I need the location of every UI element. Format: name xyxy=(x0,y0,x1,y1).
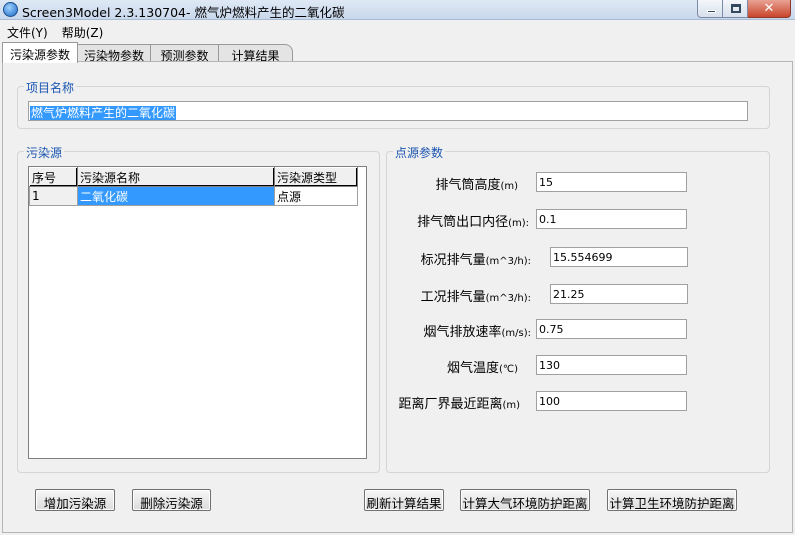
app-icon xyxy=(3,2,18,17)
close-icon: ✕ xyxy=(763,1,775,16)
point-source-params-legend: 点源参数 xyxy=(393,144,446,161)
table-header-row: 序号 污染源名称 污染源类型 xyxy=(29,167,358,187)
minimize-icon xyxy=(707,10,716,13)
delete-source-button[interactable]: 删除污染源 xyxy=(132,489,211,511)
window-controls: ✕ xyxy=(697,0,791,18)
add-source-button[interactable]: 增加污染源 xyxy=(35,489,115,511)
point-source-params-group: 点源参数 排气筒高度(m) 15 排气筒出口内径(m): 0.1 标况排气量(m… xyxy=(386,144,770,473)
window-title: Screen3Model 2.3.130704- 燃气炉燃料产生的二氧化碳 xyxy=(22,5,345,20)
project-name-legend: 项目名称 xyxy=(24,79,77,96)
row-name-cell[interactable]: 二氧化碳 xyxy=(77,186,275,206)
minimize-button[interactable] xyxy=(697,0,723,18)
row-type-cell[interactable]: 点源 xyxy=(274,186,358,206)
tab-panel: 项目名称 燃气炉燃料产生的二氧化碳 污染源 序号 污染源名称 污染源类型 1 二… xyxy=(2,61,793,533)
working-exhaust-input[interactable]: 21.25 xyxy=(550,284,688,304)
calc-health-distance-button[interactable]: 计算卫生环境防护距离 xyxy=(607,489,737,511)
gas-temperature-label: 烟气温度(℃) xyxy=(446,361,518,376)
project-name-input[interactable]: 燃气炉燃料产生的二氧化碳 xyxy=(28,101,748,121)
menu-help[interactable]: 帮助(Z) xyxy=(55,21,111,40)
stack-height-input[interactable]: 15 xyxy=(536,172,687,192)
stack-diameter-input[interactable]: 0.1 xyxy=(536,209,687,229)
title-bar: Screen3Model 2.3.130704- 燃气炉燃料产生的二氧化碳 ✕ xyxy=(0,0,795,20)
refresh-results-button[interactable]: 刷新计算结果 xyxy=(364,489,444,511)
standard-exhaust-label: 标况排气量(m^3/h): xyxy=(420,253,531,268)
stack-diameter-label: 排气筒出口内径(m): xyxy=(417,215,529,230)
boundary-distance-input[interactable]: 100 xyxy=(536,391,687,411)
standard-exhaust-input[interactable]: 15.554699 xyxy=(550,247,688,267)
boundary-distance-label: 距离厂界最近距离(m) xyxy=(398,397,520,412)
column-header-type[interactable]: 污染源类型 xyxy=(274,167,358,187)
gas-temperature-input[interactable]: 130 xyxy=(536,355,687,375)
table-row[interactable]: 1 二氧化碳 点源 xyxy=(29,186,358,206)
column-header-name[interactable]: 污染源名称 xyxy=(77,167,275,187)
pollution-source-group: 污染源 序号 污染源名称 污染源类型 1 二氧化碳 点源 xyxy=(17,144,380,473)
column-header-index[interactable]: 序号 xyxy=(29,167,78,187)
project-name-value: 燃气炉燃料产生的二氧化碳 xyxy=(30,106,177,120)
close-button[interactable]: ✕ xyxy=(748,0,791,18)
emission-rate-input[interactable]: 0.75 xyxy=(536,319,687,339)
row-index-cell[interactable]: 1 xyxy=(29,186,78,206)
menu-bar: 文件(Y) 帮助(Z) xyxy=(0,21,795,40)
emission-rate-label: 烟气排放速率(m/s): xyxy=(423,325,531,340)
tab-source-params[interactable]: 污染源参数 xyxy=(2,42,78,63)
calc-air-distance-button[interactable]: 计算大气环境防护距离 xyxy=(460,489,590,511)
working-exhaust-label: 工况排气量(m^3/h): xyxy=(420,290,531,305)
pollution-source-table[interactable]: 序号 污染源名称 污染源类型 1 二氧化碳 点源 xyxy=(28,166,367,459)
pollution-source-legend: 污染源 xyxy=(24,144,65,161)
tab-strip: 污染源参数 污染物参数 预测参数 计算结果 xyxy=(0,42,795,63)
maximize-icon xyxy=(731,4,741,13)
project-name-group: 项目名称 燃气炉燃料产生的二氧化碳 xyxy=(17,79,770,129)
menu-file[interactable]: 文件(Y) xyxy=(0,21,55,40)
maximize-button[interactable] xyxy=(723,0,748,18)
stack-height-label: 排气筒高度(m) xyxy=(435,178,518,193)
